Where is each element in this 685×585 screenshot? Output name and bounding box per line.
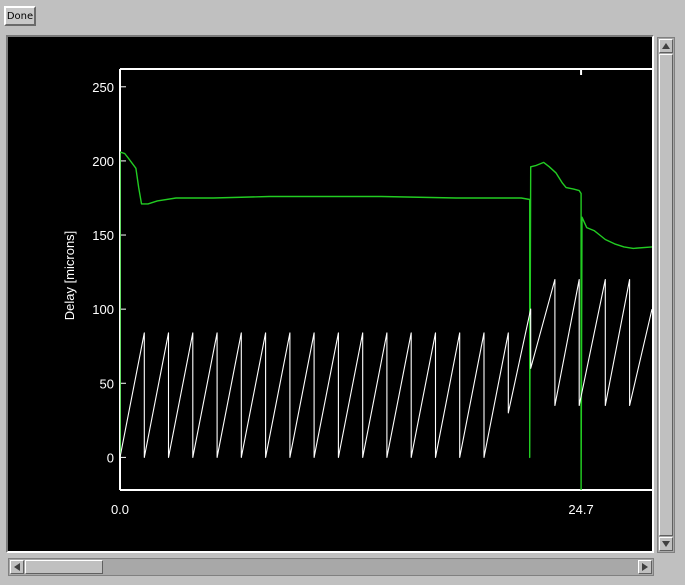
y-tick-label: 150: [92, 228, 114, 243]
y-tick-label: 100: [92, 302, 114, 317]
arrow-up-icon: [662, 43, 670, 49]
scroll-left-button[interactable]: [10, 560, 24, 574]
scroll-right-button[interactable]: [638, 560, 652, 574]
arrow-left-icon: [14, 563, 20, 571]
series-line-white: [120, 278, 652, 458]
horizontal-scrollbar[interactable]: [8, 558, 654, 576]
vertical-scrollbar[interactable]: [657, 37, 675, 553]
horizontal-scroll-thumb[interactable]: [25, 560, 103, 574]
scroll-down-button[interactable]: [659, 537, 673, 551]
y-axis-label: Delay [microns]: [62, 231, 77, 321]
y-tick-label: 200: [92, 154, 114, 169]
scrollbar-corner: [657, 558, 675, 576]
y-tick-label: 250: [92, 80, 114, 95]
plot-window: 0 50 100 150 200 250 0.0 24.7 Delay [microns]: [6, 35, 654, 553]
done-button[interactable]: Done: [4, 6, 36, 26]
y-tick-label: 0: [107, 450, 114, 465]
vertical-scroll-thumb[interactable]: [659, 54, 673, 536]
arrow-down-icon: [662, 541, 670, 547]
x-tick-label: 24.7: [568, 502, 593, 517]
series-line-green: [120, 151, 652, 490]
arrow-right-icon: [642, 563, 648, 571]
scroll-up-button[interactable]: [659, 39, 673, 53]
delay-chart: 0 50 100 150 200 250 0.0 24.7 Delay [microns]: [62, 68, 652, 517]
x-tick-label: 0.0: [111, 502, 129, 517]
y-tick-label: 50: [100, 376, 114, 391]
